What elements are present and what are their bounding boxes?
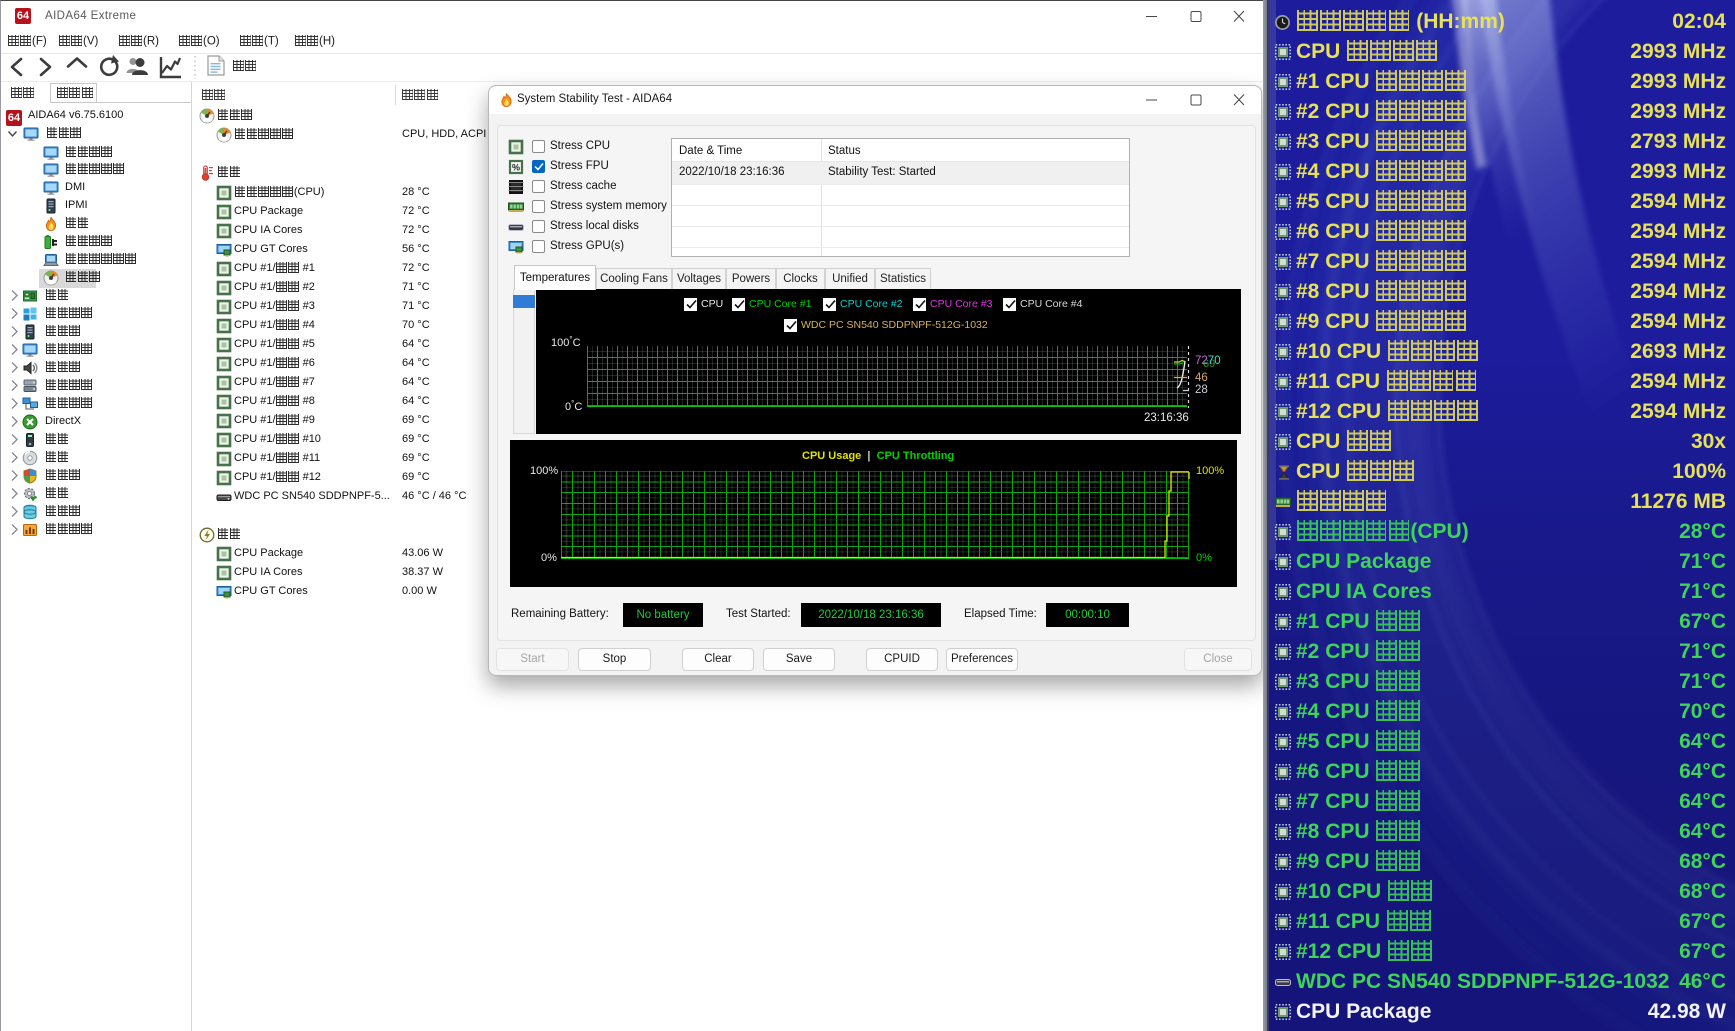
svg-text:%: % bbox=[512, 163, 520, 173]
